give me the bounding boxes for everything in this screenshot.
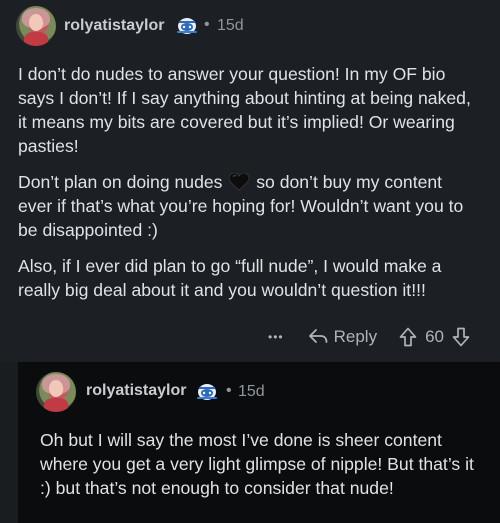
- meta-separator: •: [204, 16, 210, 33]
- comment: rolyatistaylor • 15d I don’t do nudes to…: [0, 0, 500, 362]
- comment-timestamp: 15d: [238, 383, 265, 400]
- comment-paragraph: Oh but I will say the most I’ve done is …: [40, 430, 474, 498]
- user-avatar[interactable]: [36, 372, 76, 412]
- downvote-icon[interactable]: [452, 327, 470, 347]
- username[interactable]: rolyatistaylor: [64, 17, 164, 35]
- reply-arrow-icon: [308, 329, 328, 343]
- thread-indent[interactable]: [0, 362, 18, 523]
- reply-label: Reply: [333, 327, 378, 346]
- username[interactable]: rolyatistaylor: [86, 382, 186, 400]
- snoo-badge-icon: [177, 18, 197, 34]
- comment-actions: ••• Reply 60: [268, 322, 470, 352]
- more-options-button[interactable]: •••: [268, 330, 284, 344]
- comment-body: Oh but I will say the most I’ve done is …: [40, 428, 482, 500]
- meta-separator: •: [226, 382, 232, 399]
- user-avatar[interactable]: [16, 6, 56, 46]
- comment-body: I don’t do nudes to answer your question…: [18, 62, 480, 302]
- upvote-icon[interactable]: [399, 327, 417, 347]
- black-heart-icon: [229, 173, 250, 191]
- comment-text: Don’t plan on doing nudes: [18, 172, 223, 192]
- snoo-badge-icon: [197, 384, 217, 400]
- reply-button[interactable]: Reply: [308, 327, 377, 347]
- vote-score: 60: [425, 327, 444, 346]
- comment-paragraph: Also, if I ever did plan to go “full nud…: [18, 256, 442, 300]
- comment-timestamp: 15d: [217, 17, 244, 34]
- comment-paragraph: I don’t do nudes to answer your question…: [18, 64, 471, 156]
- comment-paragraph: Don’t plan on doing nudes so don’t buy m…: [18, 170, 480, 242]
- reply-comment: rolyatistaylor • 15d Oh but I will say t…: [18, 362, 500, 523]
